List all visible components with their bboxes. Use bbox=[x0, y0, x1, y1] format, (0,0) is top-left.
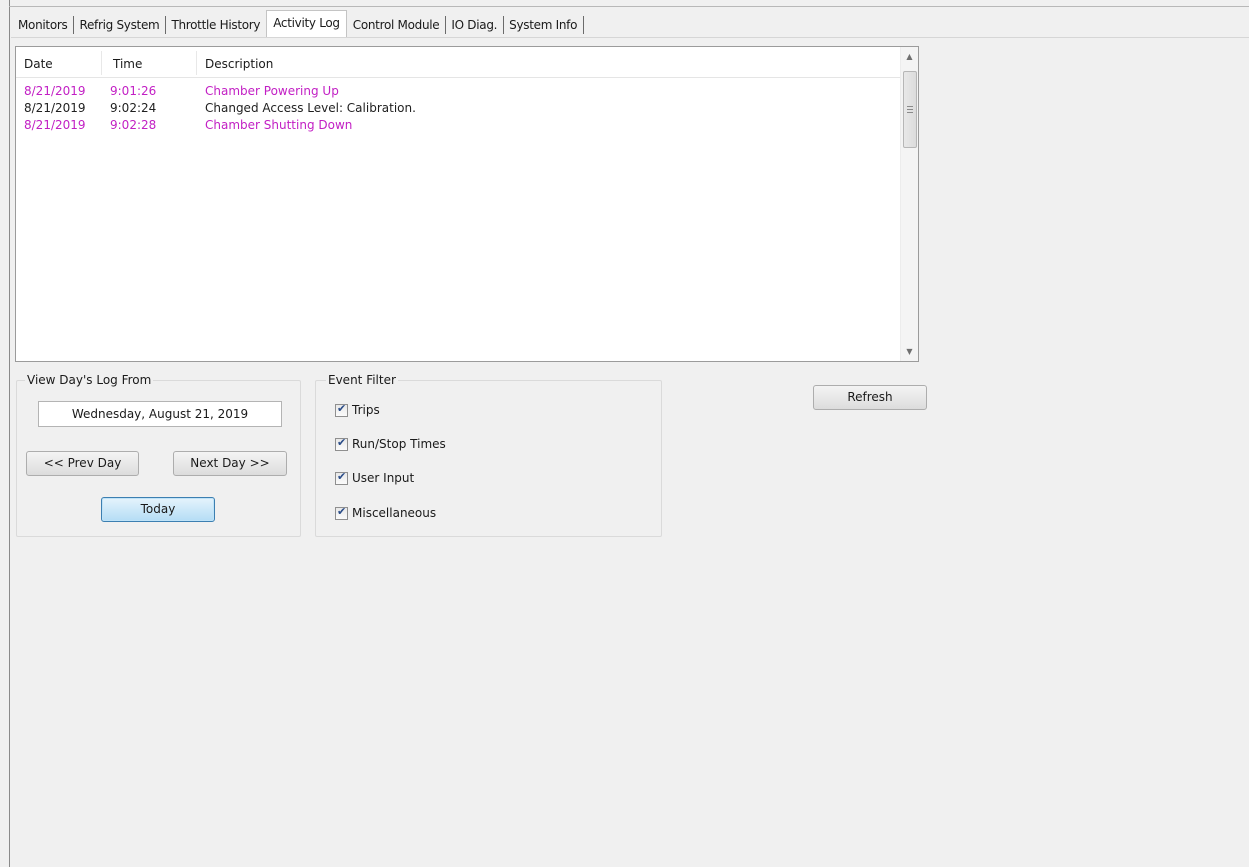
date-display-field[interactable]: Wednesday, August 21, 2019 bbox=[38, 401, 282, 427]
checkbox-label: Trips bbox=[352, 403, 380, 417]
prev-day-button[interactable]: << Prev Day bbox=[26, 451, 139, 476]
filter-user-input[interactable]: User Input bbox=[335, 470, 414, 486]
filter-run-stop-times[interactable]: Run/Stop Times bbox=[335, 436, 446, 452]
cell-date: 8/21/2019 bbox=[24, 118, 86, 132]
tab-refrig-system[interactable]: Refrig System bbox=[73, 13, 165, 37]
cell-date: 8/21/2019 bbox=[24, 84, 86, 98]
today-button[interactable]: Today bbox=[101, 497, 215, 522]
window-left-border bbox=[9, 0, 10, 867]
checkbox-checked-icon[interactable] bbox=[335, 436, 348, 451]
checkbox-label: User Input bbox=[352, 471, 415, 485]
window-top-border bbox=[9, 6, 1249, 7]
column-divider[interactable] bbox=[196, 51, 197, 75]
list-rows: 8/21/2019 9:01:26 Chamber Powering Up 8/… bbox=[16, 83, 902, 134]
column-header-time[interactable]: Time bbox=[113, 57, 142, 71]
vertical-scrollbar[interactable]: ▲ ▼ bbox=[900, 47, 918, 361]
group-title: View Day's Log From bbox=[25, 373, 154, 387]
cell-description: Chamber Shutting Down bbox=[205, 118, 353, 132]
tab-activity-log[interactable]: Activity Log bbox=[266, 10, 347, 37]
list-header: Date Time Description bbox=[16, 47, 902, 78]
list-item[interactable]: 8/21/2019 9:02:28 Chamber Shutting Down bbox=[16, 117, 902, 134]
tab-monitors[interactable]: Monitors bbox=[12, 13, 73, 37]
tab-throttle-history[interactable]: Throttle History bbox=[165, 13, 266, 37]
filter-miscellaneous[interactable]: Miscellaneous bbox=[335, 505, 436, 521]
list-item[interactable]: 8/21/2019 9:01:26 Chamber Powering Up bbox=[16, 83, 902, 100]
checkbox-label: Miscellaneous bbox=[352, 506, 437, 520]
activity-log-list[interactable]: Date Time Description 8/21/2019 9:01:26 … bbox=[15, 46, 919, 362]
cell-date: 8/21/2019 bbox=[24, 101, 86, 115]
refresh-button[interactable]: Refresh bbox=[813, 385, 927, 410]
column-header-description[interactable]: Description bbox=[205, 57, 273, 71]
checkbox-checked-icon[interactable] bbox=[335, 470, 348, 485]
checkbox-checked-icon[interactable] bbox=[335, 402, 348, 417]
cell-time: 9:01:26 bbox=[110, 84, 157, 98]
scroll-down-arrow-icon[interactable]: ▼ bbox=[901, 343, 918, 360]
filter-trips[interactable]: Trips bbox=[335, 402, 380, 418]
cell-time: 9:02:28 bbox=[110, 118, 157, 132]
next-day-button[interactable]: Next Day >> bbox=[173, 451, 287, 476]
group-title: Event Filter bbox=[326, 373, 398, 387]
scroll-thumb[interactable] bbox=[903, 71, 917, 148]
tab-system-info[interactable]: System Info bbox=[503, 13, 583, 37]
tab-strip: Monitors Refrig System Throttle History … bbox=[12, 10, 585, 37]
column-header-date[interactable]: Date bbox=[24, 57, 53, 71]
tab-baseline bbox=[11, 37, 1249, 38]
column-divider[interactable] bbox=[101, 51, 102, 75]
cell-time: 9:02:24 bbox=[110, 101, 157, 115]
checkbox-checked-icon[interactable] bbox=[335, 505, 348, 520]
list-item[interactable]: 8/21/2019 9:02:24 Changed Access Level: … bbox=[16, 100, 902, 117]
tab-end-separator bbox=[583, 16, 585, 34]
cell-description: Chamber Powering Up bbox=[205, 84, 339, 98]
checkbox-label: Run/Stop Times bbox=[352, 437, 446, 451]
grip-icon bbox=[907, 106, 913, 113]
cell-description: Changed Access Level: Calibration. bbox=[205, 101, 416, 115]
tab-control-module[interactable]: Control Module bbox=[347, 13, 446, 37]
scroll-up-arrow-icon[interactable]: ▲ bbox=[901, 48, 918, 65]
tab-io-diag[interactable]: IO Diag. bbox=[445, 13, 503, 37]
